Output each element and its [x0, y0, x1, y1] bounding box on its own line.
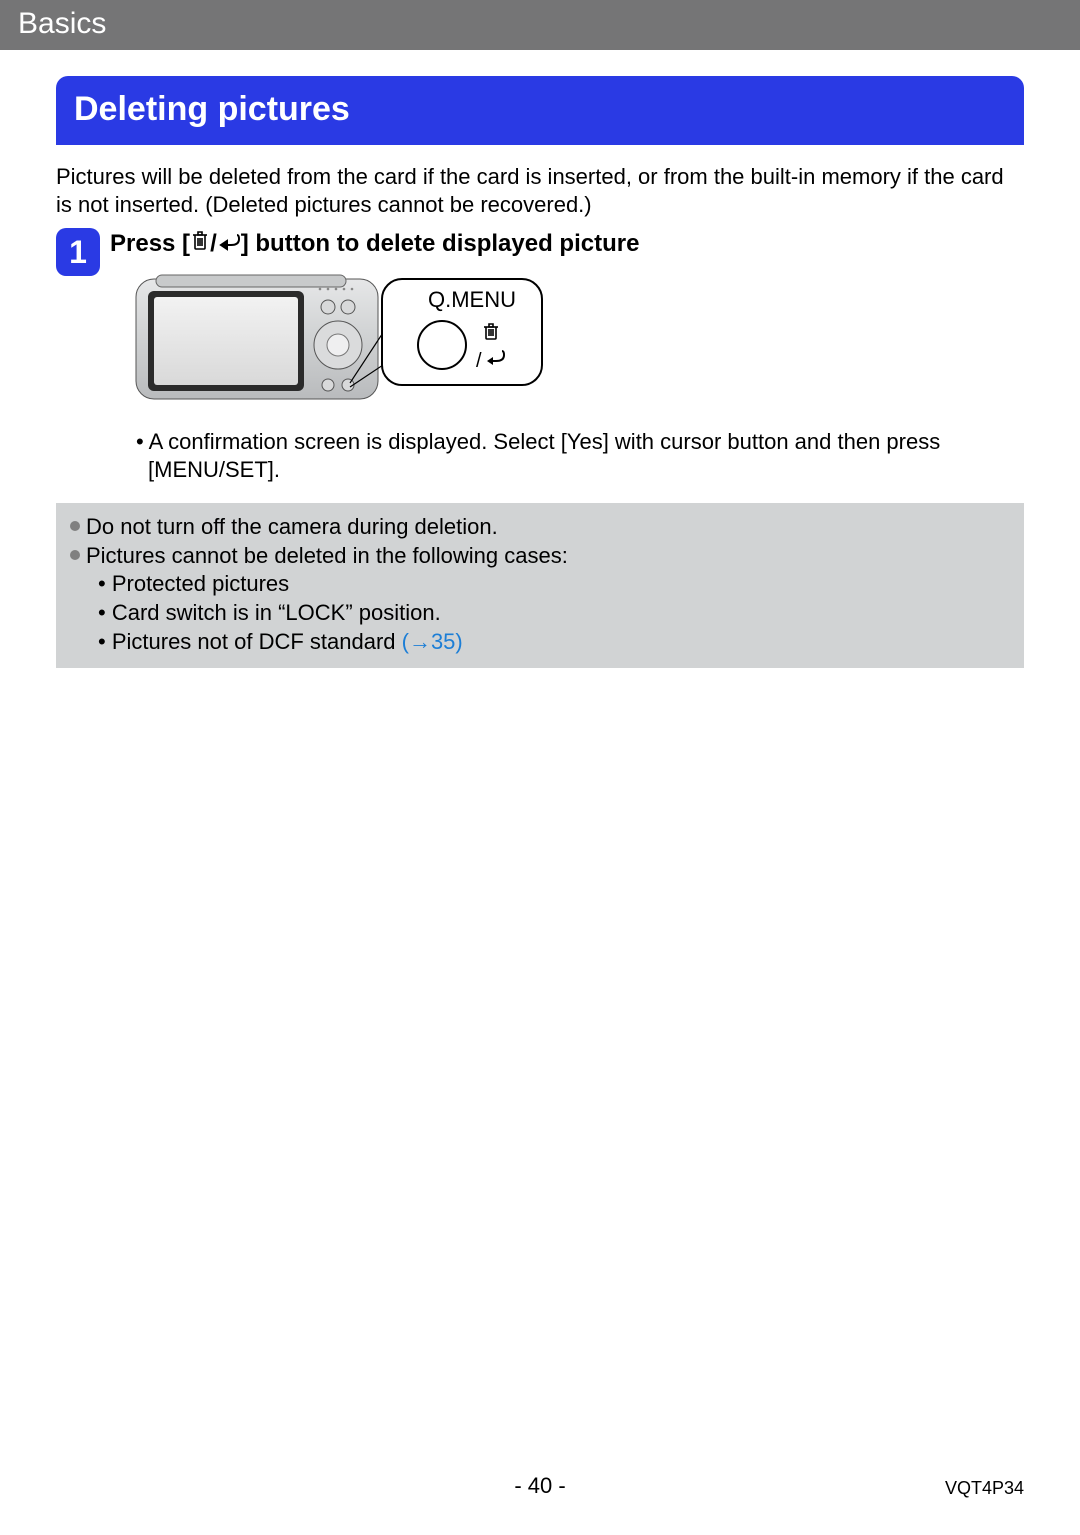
- doc-code-text: VQT4P34: [945, 1478, 1024, 1498]
- warning-sub-3: Pictures not of DCF standard (→35): [98, 628, 1010, 657]
- step-number-text: 1: [69, 234, 87, 271]
- bullet-icon: [70, 521, 80, 531]
- step-illustration: Q.MENU /: [132, 269, 1024, 414]
- intro-text: Pictures will be deleted from the card i…: [56, 164, 1004, 217]
- bullet-icon: [70, 550, 80, 560]
- confirmation-text: • A confirmation screen is displayed. Se…: [136, 429, 940, 482]
- warning-sub-2: Card switch is in “LOCK” position.: [98, 599, 1010, 628]
- step-heading-suffix: ] button to delete displayed picture: [241, 228, 640, 259]
- warning-sub-1: Protected pictures: [98, 570, 1010, 599]
- doc-code: VQT4P34: [945, 1478, 1024, 1499]
- page-number-text: - 40 -: [514, 1473, 565, 1498]
- step-heading-prefix: Press [: [110, 228, 190, 259]
- qmenu-label: Q.MENU: [428, 287, 516, 312]
- step-1-content: Press [ /: [110, 228, 1024, 483]
- warning-sub-3-text: Pictures not of DCF standard: [112, 629, 402, 654]
- trash-icon: [190, 228, 210, 259]
- warning-text-2: Pictures cannot be deleted in the follow…: [86, 542, 568, 571]
- svg-text:/: /: [476, 350, 482, 372]
- chapter-header: Basics: [0, 0, 1080, 50]
- camera-illustration: [132, 269, 382, 414]
- warning-box: Do not turn off the camera during deleti…: [56, 503, 1024, 668]
- warning-text-1: Do not turn off the camera during deleti…: [86, 513, 498, 542]
- qmenu-callout: Q.MENU /: [382, 269, 549, 398]
- step-1: 1 Press [ /: [56, 228, 1024, 483]
- page-number: - 40 -: [0, 1473, 1080, 1499]
- step-number-badge: 1: [56, 228, 100, 276]
- section-title: Deleting pictures: [56, 76, 1024, 145]
- chapter-title: Basics: [18, 7, 106, 40]
- warning-line-2: Pictures cannot be deleted in the follow…: [70, 542, 1010, 571]
- step-heading-mid: /: [210, 228, 217, 259]
- confirmation-note: • A confirmation screen is displayed. Se…: [136, 428, 1024, 483]
- page-content: Deleting pictures Pictures will be delet…: [0, 76, 1080, 668]
- warning-line-1: Do not turn off the camera during deleti…: [70, 513, 1010, 542]
- return-icon: [217, 228, 241, 259]
- intro-paragraph: Pictures will be deleted from the card i…: [56, 163, 1024, 218]
- warning-sublist: Protected pictures Card switch is in “LO…: [98, 570, 1010, 656]
- step-heading: Press [ /: [110, 228, 1024, 259]
- section-title-text: Deleting pictures: [74, 90, 350, 128]
- ref-link-35[interactable]: (→35): [402, 629, 463, 654]
